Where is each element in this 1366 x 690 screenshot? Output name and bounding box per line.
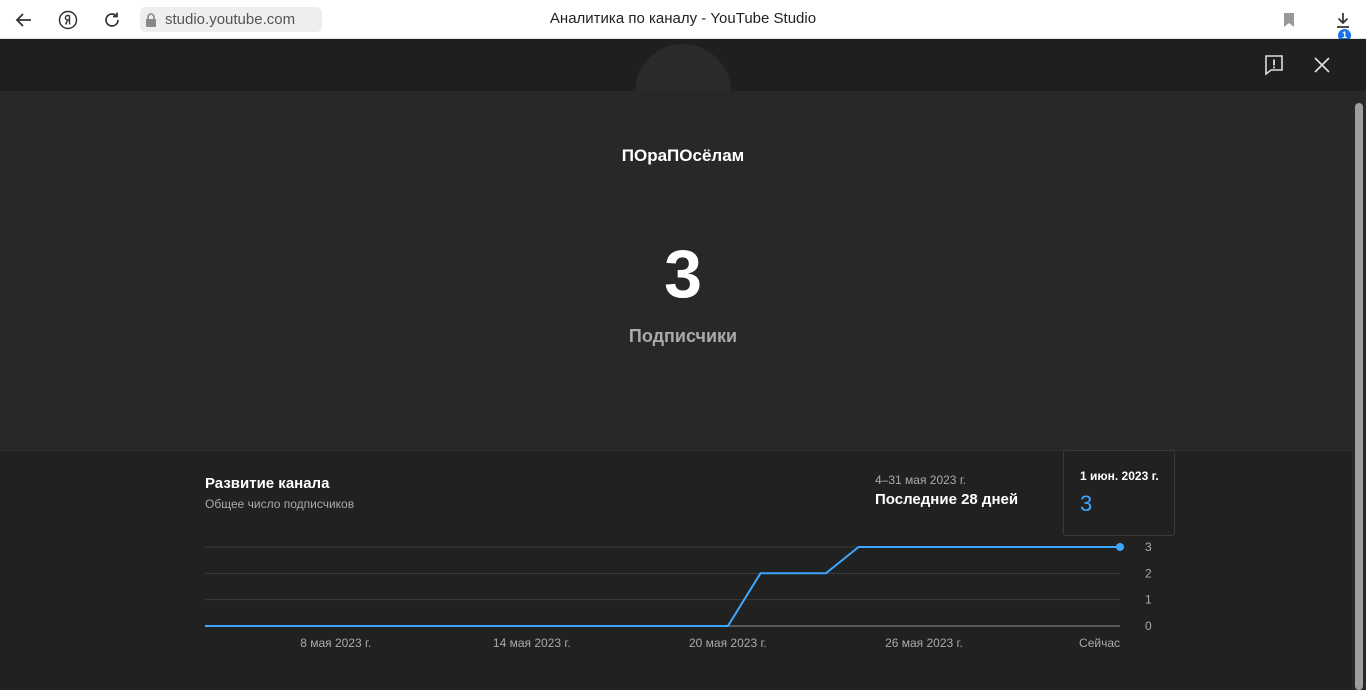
subscriber-line [205,546,1120,627]
subscriber-line-chart[interactable]: 0 1 2 3 8 мая 2023 г. 14 мая 2023 г. 20 мая 20… [0,0,1366,690]
chart-tooltip: 1 июн. 2023 г. 3 [1063,450,1175,536]
x-tick-label: 14 мая 2023 г. [493,636,571,650]
y-tick-label: 1 [1145,593,1152,607]
x-tick-label: 26 мая 2023 г. [885,636,963,650]
scrollbar-thumb[interactable] [1355,103,1363,690]
tooltip-value: 3 [1080,491,1093,516]
y-tick-label: 2 [1145,566,1152,580]
x-tick-label: 20 мая 2023 г. [689,636,767,650]
y-tick-label: 3 [1145,540,1152,554]
y-tick-label: 0 [1145,619,1152,633]
tooltip-date: 1 июн. 2023 г. [1080,469,1159,483]
x-tick-label: Сейчас [1079,636,1120,650]
highlighted-data-point [1116,543,1124,551]
x-tick-label: 8 мая 2023 г. [300,636,371,650]
